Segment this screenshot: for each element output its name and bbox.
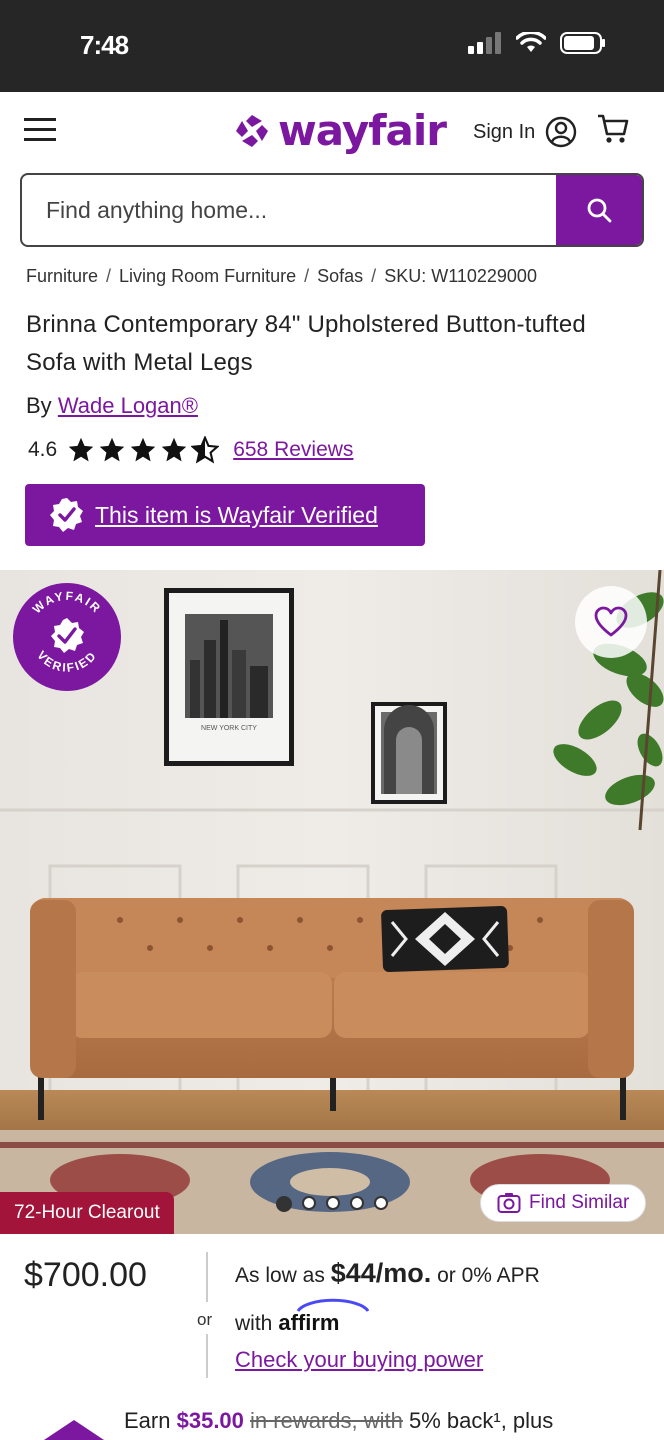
breadcrumb-furniture[interactable]: Furniture bbox=[26, 266, 98, 286]
star-rating bbox=[67, 436, 220, 464]
breadcrumb-sku: SKU: W110229000 bbox=[384, 266, 537, 286]
heart-icon bbox=[594, 606, 628, 637]
star-full-icon bbox=[99, 437, 125, 462]
check-buying-power-link[interactable]: Check your buying power bbox=[235, 1347, 483, 1373]
verified-label: This item is Wayfair Verified bbox=[95, 501, 378, 528]
product-image-carousel[interactable]: NEW YORK CITY WAYFAIR VERIFIED 72-Hour C… bbox=[0, 570, 664, 1234]
wayfair-logo[interactable]: wayfair bbox=[232, 106, 447, 155]
affirm-text: affirm bbox=[278, 1310, 340, 1335]
clearout-badge: 72-Hour Clearout bbox=[0, 1192, 174, 1234]
pricing-section: $700.00 or As low as $44/mo. or 0% APR w… bbox=[0, 1234, 664, 1440]
rating-row: 4.6 658 Reviews bbox=[28, 436, 353, 464]
battery-icon bbox=[560, 32, 605, 54]
carousel-dot[interactable] bbox=[302, 1196, 316, 1210]
verified-check-icon bbox=[50, 498, 83, 532]
breadcrumb: Furniture / Living Room Furniture / Sofas / SK… bbox=[26, 266, 537, 286]
affirm-logo: affirm bbox=[278, 1298, 370, 1336]
favorite-button[interactable] bbox=[575, 586, 647, 658]
status-time: 7:48 bbox=[80, 30, 129, 60]
search-icon bbox=[587, 198, 612, 223]
wayfair-verified-badge: WAYFAIR VERIFIED bbox=[12, 582, 122, 697]
sign-in-label: Sign In bbox=[473, 120, 536, 143]
find-similar-button[interactable]: Find Similar bbox=[480, 1184, 647, 1222]
star-full-icon bbox=[130, 437, 156, 462]
affirm-arc-icon bbox=[297, 1298, 370, 1312]
carousel-dot[interactable] bbox=[374, 1196, 388, 1210]
status-icons bbox=[468, 32, 606, 54]
rewards-line: Earn $35.00 in rewards, with 5% back¹, p… bbox=[124, 1408, 553, 1434]
product-title: Brinna Contemporary 84" Upholstered Butt… bbox=[26, 311, 586, 376]
earn-middle: in rewards, with bbox=[250, 1408, 403, 1433]
earn-suffix: 5% back¹, plus bbox=[409, 1408, 554, 1433]
carousel-dot[interactable] bbox=[350, 1196, 364, 1210]
sign-in-button[interactable]: Sign In bbox=[473, 116, 577, 148]
carousel-dot[interactable] bbox=[276, 1196, 292, 1212]
menu-icon[interactable] bbox=[24, 116, 58, 144]
search-button[interactable] bbox=[556, 175, 642, 245]
monthly-amount: $44/mo. bbox=[330, 1258, 432, 1288]
divider bbox=[206, 1334, 208, 1378]
carousel-dot[interactable] bbox=[326, 1196, 340, 1210]
rewards-icon bbox=[44, 1420, 104, 1440]
star-full-icon bbox=[161, 437, 187, 462]
camera-icon bbox=[497, 1193, 521, 1213]
carousel-dots bbox=[276, 1196, 388, 1212]
reviews-link[interactable]: 658 Reviews bbox=[233, 438, 353, 462]
status-bar: 7:48 bbox=[0, 0, 664, 92]
financing-line: As low as $44/mo. or 0% APR bbox=[235, 1258, 540, 1289]
signal-icon bbox=[468, 32, 501, 54]
brand-line: By Wade Logan® bbox=[26, 393, 198, 419]
with-label: with bbox=[235, 1312, 273, 1335]
brand-link[interactable]: Wade Logan® bbox=[58, 393, 198, 418]
divider bbox=[206, 1252, 208, 1302]
wayfair-pinwheel-icon bbox=[236, 114, 268, 147]
site-header: wayfair Sign In bbox=[0, 92, 664, 170]
affirm-line: with affirm bbox=[235, 1298, 370, 1336]
star-full-icon bbox=[68, 437, 94, 462]
search-bar bbox=[20, 173, 644, 247]
find-similar-label: Find Similar bbox=[529, 1192, 630, 1213]
wifi-icon bbox=[516, 32, 546, 52]
logo-text: wayfair bbox=[278, 106, 447, 155]
breadcrumb-living-room[interactable]: Living Room Furniture bbox=[119, 266, 296, 286]
earn-prefix: Earn bbox=[124, 1408, 171, 1433]
cart-icon[interactable] bbox=[596, 112, 630, 146]
breadcrumb-sofas[interactable]: Sofas bbox=[317, 266, 363, 286]
search-input[interactable] bbox=[22, 175, 556, 245]
account-icon bbox=[546, 116, 577, 148]
rating-value: 4.6 bbox=[28, 438, 58, 461]
apr-label: or 0% APR bbox=[437, 1264, 540, 1287]
artwork-caption: NEW YORK CITY bbox=[201, 725, 257, 732]
earn-amount: $35.00 bbox=[176, 1408, 244, 1433]
wayfair-verified-banner[interactable]: This item is Wayfair Verified bbox=[25, 484, 425, 546]
or-text: or bbox=[197, 1310, 213, 1329]
brand-prefix: By bbox=[26, 393, 52, 418]
star-half-icon bbox=[191, 436, 220, 464]
price: $700.00 bbox=[24, 1256, 147, 1294]
as-low-as-label: As low as bbox=[235, 1264, 325, 1287]
